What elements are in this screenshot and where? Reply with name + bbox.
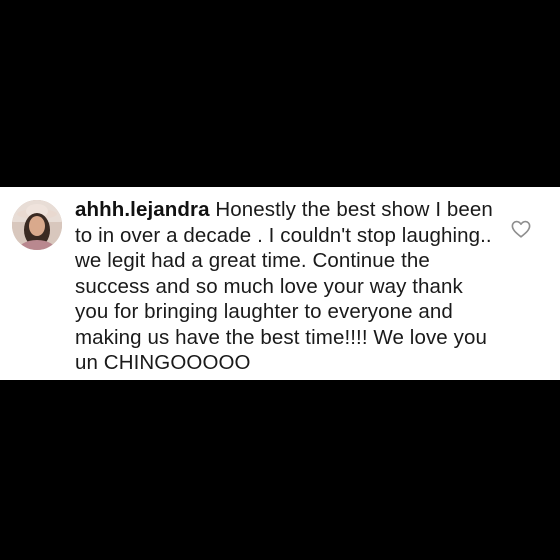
avatar-image [12, 200, 62, 250]
avatar[interactable] [12, 200, 62, 250]
comment-text: ahhh.lejandra Honestly the best show I b… [75, 197, 493, 376]
comment-body: Honestly the best show I been to in over… [75, 198, 493, 374]
comment-username[interactable]: ahhh.lejandra [75, 198, 210, 221]
comment-card: ahhh.lejandra Honestly the best show I b… [0, 187, 560, 380]
heart-outline-icon[interactable] [510, 218, 532, 240]
screenshot-frame: ahhh.lejandra Honestly the best show I b… [0, 0, 560, 560]
